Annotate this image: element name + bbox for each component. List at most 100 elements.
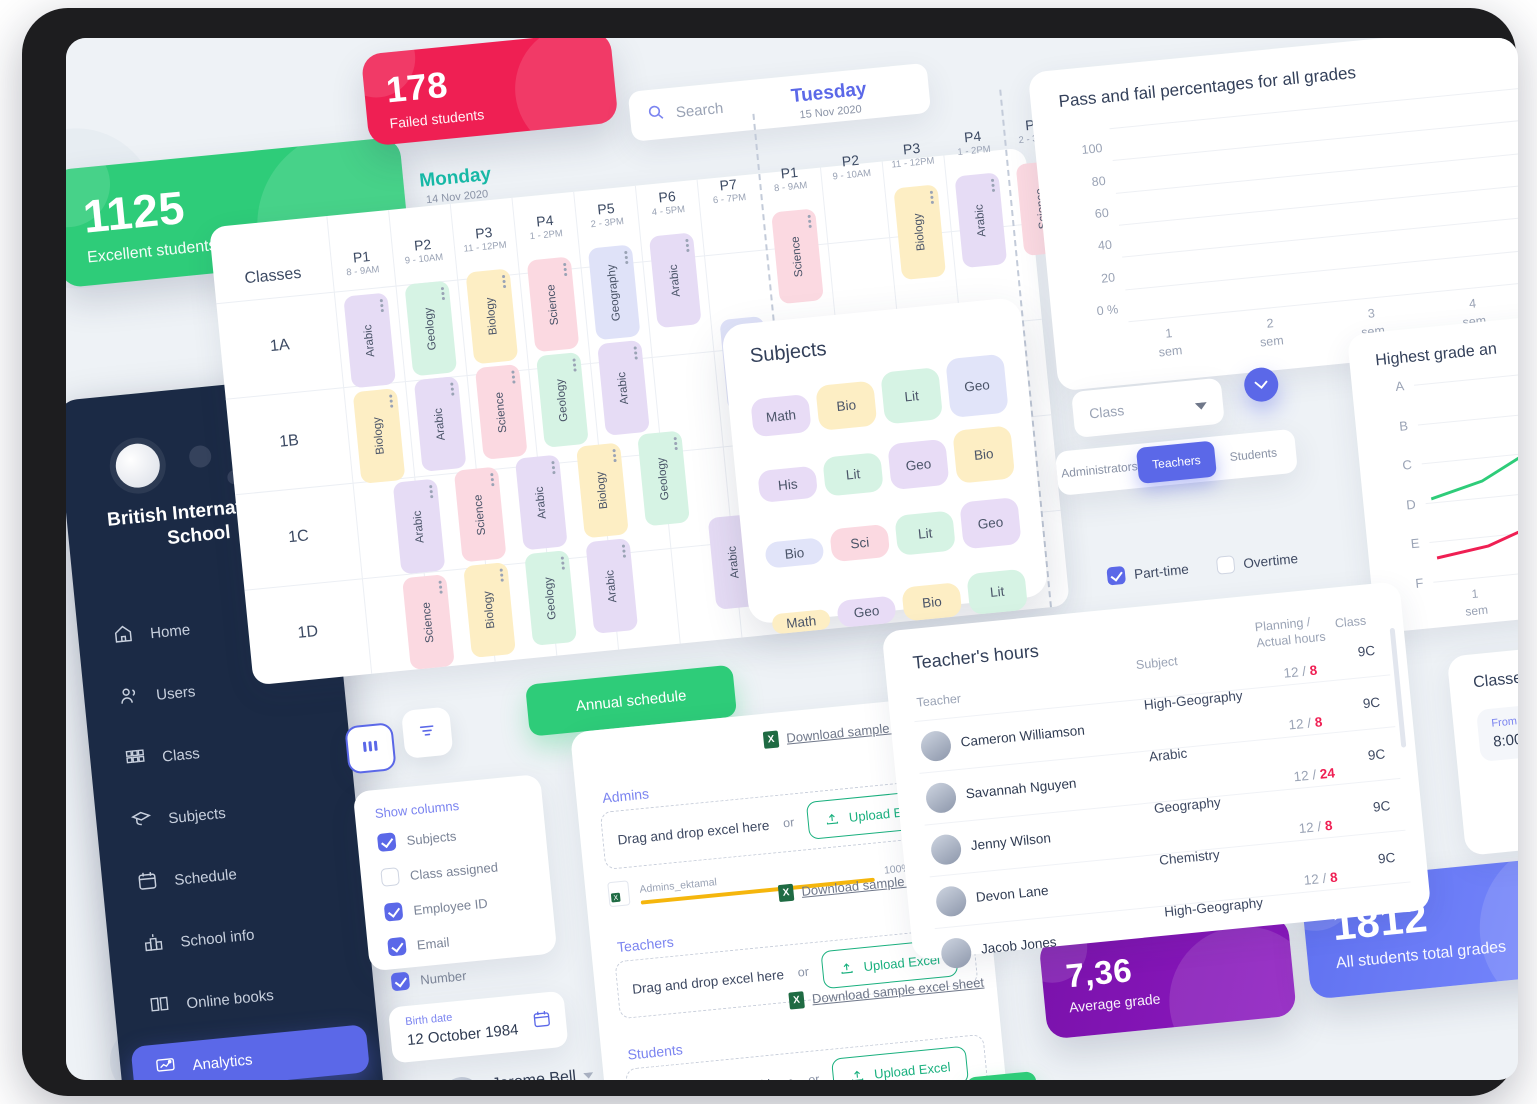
subject-chip[interactable]: Lit <box>966 568 1029 616</box>
subject-chip[interactable]: His <box>757 465 819 504</box>
sidebar-item-analytics[interactable]: Analytics <box>130 1024 371 1080</box>
y-tick: A <box>1394 378 1405 395</box>
timetable-cell[interactable]: Arabic <box>648 232 702 329</box>
subjects-panel-title: Subjects <box>748 337 828 368</box>
column-header-planning-actual-hours: Planning / Actual hours <box>1254 615 1327 651</box>
checkbox[interactable] <box>376 832 397 852</box>
search-placeholder: Search <box>675 99 725 121</box>
tab-administrators[interactable]: Administrators <box>1059 448 1139 491</box>
tablet-screen: 1125 Excellent students 178 Failed stude… <box>66 38 1518 1080</box>
period-header: P4 1 - 2PM <box>956 127 992 159</box>
analytics-icon <box>153 1054 177 1080</box>
subject-chip[interactable]: Lit <box>880 367 944 425</box>
checkbox[interactable] <box>390 971 411 992</box>
subject-chip[interactable]: Geo <box>945 353 1009 419</box>
show-column-option-employee-id[interactable]: Employee ID <box>383 892 502 922</box>
tab-students[interactable]: Students <box>1213 433 1293 476</box>
excel-file-icon <box>788 991 805 1010</box>
period-header: P3 11 - 12PM <box>463 223 508 255</box>
chart-plot-area: A B C D E F 1 sem <box>1395 360 1518 619</box>
sidebar-item-schedule[interactable]: Schedule <box>112 839 352 910</box>
columns-icon <box>360 736 380 761</box>
show-column-option-class-assigned[interactable]: Class assigned <box>380 857 499 887</box>
subject-chip[interactable]: Geo <box>959 496 1022 550</box>
timetable-cell[interactable]: Geology <box>404 280 458 377</box>
teachers-hours-title: Teacher's hours <box>911 640 1040 673</box>
tab-teachers[interactable]: Teachers <box>1136 440 1217 484</box>
x-tick: 1 sem <box>1464 586 1489 619</box>
from-label: From <box>1490 715 1518 730</box>
sidebar-item-online-books[interactable]: Online books <box>124 962 364 1033</box>
timetable-cell[interactable]: Biology <box>352 388 406 484</box>
subject-chip[interactable]: Geo <box>836 595 897 628</box>
column-header-subject: Subject <box>1135 654 1179 673</box>
chevron-down-icon <box>1194 397 1208 416</box>
cell-subject: High-Geography <box>1143 687 1244 713</box>
option-label: Class assigned <box>409 858 499 883</box>
show-column-option-subjects[interactable]: Subjects <box>376 823 495 852</box>
subject-chip[interactable]: Geo <box>887 438 950 491</box>
checkbox[interactable] <box>1215 555 1236 575</box>
or-label: or <box>782 815 795 831</box>
subject-chip[interactable]: Bio <box>901 582 963 622</box>
columns-view-button[interactable] <box>344 722 397 775</box>
option-label: Email <box>416 934 450 953</box>
timetable-cell[interactable]: Science <box>402 574 455 670</box>
timetable-cell[interactable]: Arabic <box>413 376 467 472</box>
subject-chip[interactable]: Bio <box>815 380 878 431</box>
sidebar-item-school-info[interactable]: School info <box>118 901 358 972</box>
checkbox[interactable] <box>1106 565 1127 586</box>
checkbox[interactable] <box>387 936 407 957</box>
subject-chip[interactable]: Lit <box>822 452 884 497</box>
timetable-cell[interactable]: Biology <box>576 442 629 539</box>
timetable-cell[interactable]: Biology <box>463 562 516 658</box>
subject-chip[interactable]: Lit <box>894 510 956 556</box>
y-tick: 100 <box>1081 141 1104 158</box>
filter-view-button[interactable] <box>401 706 454 759</box>
timetable-cell[interactable]: Arabic <box>585 538 639 634</box>
dashboard-root: 1125 Excellent students 178 Failed stude… <box>66 38 1518 1080</box>
timetable-cell[interactable]: Geology <box>536 351 589 448</box>
timetable-cell[interactable]: Science <box>474 363 528 460</box>
timetable-cell[interactable]: Geography <box>587 244 641 341</box>
timetable-cell[interactable]: Science <box>453 466 507 563</box>
show-column-option-email[interactable]: Email <box>387 927 505 957</box>
subject-chip[interactable]: Math <box>750 393 812 438</box>
timetable-cell[interactable]: Geology <box>524 550 578 646</box>
checkbox[interactable] <box>383 901 404 922</box>
subject-chip[interactable]: Sci <box>829 523 891 563</box>
timetable-row-1d: 1D <box>296 622 319 642</box>
y-tick: C <box>1401 457 1413 473</box>
sidebar-item-label: Home <box>149 620 191 642</box>
column-header-teacher: Teacher <box>915 691 962 710</box>
timetable-cell[interactable]: Science <box>771 208 824 305</box>
sidebar-item-class[interactable]: Class <box>100 716 340 787</box>
school-logo-icon <box>113 441 162 490</box>
sidebar-item-label: Online books <box>185 986 275 1012</box>
excel-file-icon <box>777 883 795 903</box>
book-icon <box>147 992 171 1020</box>
timetable-cell[interactable]: Biology <box>893 184 947 281</box>
timetable-cell[interactable]: Arabic <box>392 478 446 575</box>
timetable-cell[interactable]: Arabic <box>343 292 397 389</box>
timetable-cell[interactable]: Biology <box>465 268 519 365</box>
sidebar-item-label: School info <box>179 926 256 951</box>
subject-chip[interactable]: Bio <box>764 537 825 569</box>
chevron-down-icon[interactable] <box>583 1066 595 1080</box>
period-header: P64 - 5PM <box>651 187 686 219</box>
cell-hours: 12 / 8 <box>1282 662 1318 681</box>
timetable-cell[interactable]: Arabic <box>954 172 1008 269</box>
timetable-cell[interactable]: Geology <box>637 430 690 527</box>
timetable-cell[interactable]: Arabic <box>514 454 568 551</box>
users-icon <box>117 684 141 712</box>
school-icon <box>141 930 165 958</box>
avatar <box>924 781 958 815</box>
timetable-cell[interactable]: Science <box>526 256 580 353</box>
sidebar-item-subjects[interactable]: Subjects <box>106 777 346 848</box>
calendar-icon[interactable] <box>531 1008 553 1035</box>
from-time-field[interactable]: From 8:00 AM <box>1476 695 1518 762</box>
upload-excel-button-students[interactable]: Upload Excel <box>831 1045 970 1080</box>
timetable-cell[interactable]: Arabic <box>597 339 650 436</box>
checkbox[interactable] <box>380 867 400 887</box>
subject-chip[interactable]: Bio <box>952 425 1016 484</box>
